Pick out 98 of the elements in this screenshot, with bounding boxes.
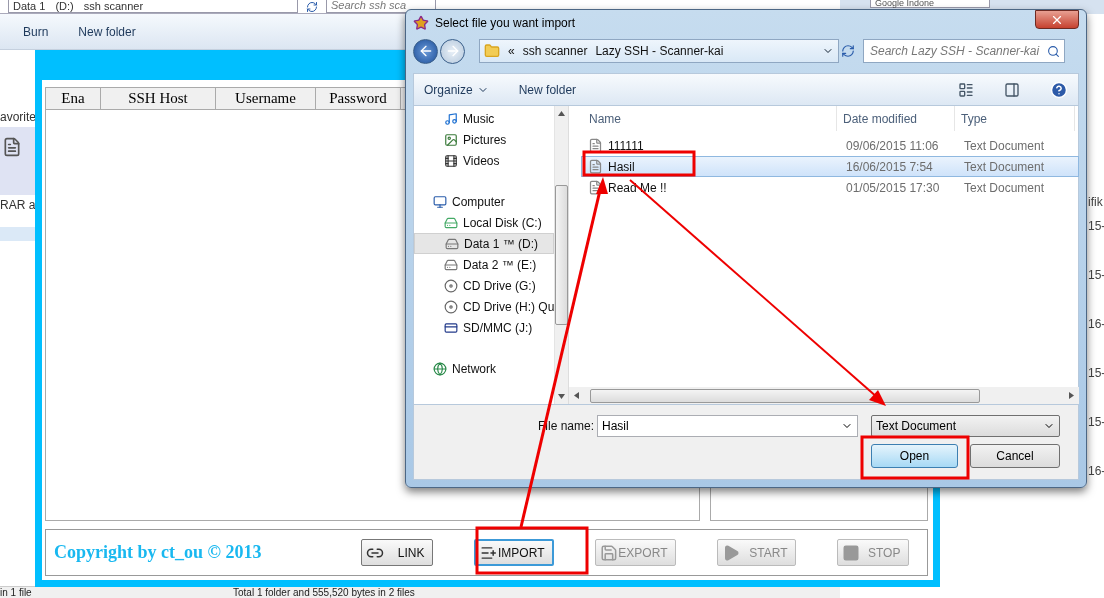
nav-item[interactable]: Network bbox=[414, 358, 555, 379]
organize-button[interactable]: Organize bbox=[424, 82, 489, 97]
preview-pane-icon[interactable] bbox=[1004, 81, 1020, 98]
nav-item[interactable]: Computer bbox=[414, 191, 555, 212]
document-icon bbox=[588, 159, 603, 174]
forward-button[interactable] bbox=[440, 38, 465, 64]
nav-item[interactable]: Videos bbox=[414, 150, 555, 171]
scroll-arrow-icon[interactable] bbox=[1068, 392, 1075, 399]
picture-icon bbox=[444, 132, 458, 147]
list-text: 15- bbox=[1088, 219, 1104, 235]
drive-icon bbox=[445, 236, 459, 251]
address-bar[interactable]: Data 1 (D:) ssh scanner bbox=[8, 0, 298, 13]
file-row[interactable]: Hasil 16/06/2015 7:54 Text Document bbox=[581, 156, 1079, 177]
nav-item[interactable]: Music bbox=[414, 108, 555, 129]
column-header[interactable]: Name bbox=[569, 106, 837, 131]
nav-item[interactable]: Data 1 ™ (D:) bbox=[414, 233, 555, 254]
refresh-icon bbox=[841, 44, 855, 58]
list-text: ifik bbox=[1088, 195, 1104, 211]
film-icon bbox=[444, 153, 458, 168]
scrollbar[interactable] bbox=[569, 387, 1079, 404]
breadcrumb[interactable]: Data 1 bbox=[13, 0, 46, 12]
star-icon bbox=[413, 15, 429, 31]
back-button[interactable] bbox=[413, 38, 438, 64]
file-name: Hasil bbox=[582, 159, 635, 174]
nav-item[interactable]: Local Disk (C:) bbox=[414, 212, 555, 233]
breadcrumb[interactable]: Lazy SSH - Scanner-kai bbox=[595, 44, 724, 58]
close-button[interactable] bbox=[1035, 10, 1079, 29]
folder-icon bbox=[484, 43, 500, 59]
breadcrumb[interactable]: (D:) bbox=[55, 0, 74, 12]
window-title: Select file you want import bbox=[435, 16, 577, 30]
selection-bar bbox=[0, 227, 35, 241]
music-note-icon bbox=[444, 111, 458, 126]
toolbar-button[interactable]: Burn bbox=[23, 24, 49, 39]
column-header[interactable]: Date modified bbox=[837, 106, 955, 131]
scrollbar[interactable] bbox=[554, 106, 569, 404]
cancel-button[interactable]: Cancel bbox=[970, 444, 1060, 468]
disc-icon bbox=[444, 278, 458, 293]
computer-icon bbox=[433, 194, 447, 209]
new-folder-button[interactable]: New folder bbox=[518, 82, 577, 97]
copyright-text: Copyright by ct_ou © 2013 bbox=[54, 542, 262, 563]
column-header[interactable]: Password bbox=[316, 88, 401, 109]
drive-icon bbox=[444, 257, 458, 272]
globe-icon bbox=[433, 361, 447, 376]
document-icon[interactable] bbox=[2, 137, 22, 157]
file-row[interactable]: 111111 09/06/2015 11:06 Text Document bbox=[581, 135, 1079, 156]
list-text: 15- bbox=[1088, 415, 1104, 431]
nav-item[interactable]: Data 2 ™ (E:) bbox=[414, 254, 555, 275]
status-text: in 1 file bbox=[0, 587, 33, 598]
help-icon[interactable] bbox=[1050, 80, 1068, 99]
drive-icon bbox=[444, 215, 458, 230]
file-row[interactable]: Read Me !! 01/05/2015 17:30 Text Document bbox=[581, 177, 1079, 198]
action-button[interactable]: LINK bbox=[361, 539, 434, 566]
file-name: Read Me !! bbox=[582, 180, 667, 195]
file-name-field[interactable]: Hasil bbox=[597, 415, 858, 437]
play-icon bbox=[722, 543, 741, 562]
date-cell-text: 16/06/2015 7:54 bbox=[845, 159, 934, 174]
column-header[interactable]: Ena bbox=[46, 88, 101, 109]
type-cell-text: Text Document bbox=[963, 138, 1046, 153]
column-header[interactable]: Type bbox=[955, 106, 1075, 131]
action-button[interactable]: IMPORT bbox=[474, 539, 555, 566]
list-text: 15- bbox=[1088, 268, 1104, 284]
stop-icon bbox=[842, 543, 861, 562]
refresh-icon[interactable] bbox=[306, 1, 318, 13]
nav-item[interactable]: Pictures bbox=[414, 129, 555, 150]
sidebar-label: avorite bbox=[0, 109, 35, 126]
toolbar-button[interactable]: New folder bbox=[78, 24, 136, 39]
refresh-button[interactable] bbox=[841, 44, 855, 58]
list-text: 15- bbox=[1088, 366, 1104, 382]
nav-item[interactable]: CD Drive (G:) bbox=[414, 275, 555, 296]
search-field[interactable]: Search Lazy SSH - Scanner-kai bbox=[863, 39, 1065, 63]
sidebar-label: RAR a bbox=[0, 197, 35, 214]
document-icon bbox=[588, 180, 603, 195]
open-button[interactable]: Open bbox=[871, 444, 958, 468]
search-field[interactable]: Google Indone bbox=[870, 0, 990, 8]
disc-icon bbox=[444, 299, 458, 314]
type-cell-text: Text Document bbox=[963, 159, 1046, 174]
address-bar[interactable]: « ssh scanner Lazy SSH - Scanner-kai bbox=[479, 39, 839, 63]
breadcrumb[interactable]: « bbox=[508, 44, 515, 58]
date-cell-text: 09/06/2015 11:06 bbox=[845, 138, 940, 153]
document-icon bbox=[588, 138, 603, 153]
breadcrumb[interactable]: ssh scanner bbox=[83, 0, 144, 12]
memory-card-icon bbox=[444, 320, 458, 335]
list-text: 16- bbox=[1088, 464, 1104, 480]
file-name: 111111 bbox=[582, 138, 644, 153]
column-header[interactable]: SSH Host bbox=[101, 88, 216, 109]
nav-item[interactable]: SD/MMC (J:) bbox=[414, 317, 555, 338]
nav-item[interactable]: CD Drive (H:) Qu bbox=[414, 296, 555, 317]
file-type-select[interactable]: Text Document bbox=[871, 415, 1060, 437]
view-icon[interactable] bbox=[958, 81, 974, 98]
date-cell-text: 01/05/2015 17:30 bbox=[845, 180, 941, 195]
floppy-icon bbox=[600, 543, 619, 562]
list-text: 16- bbox=[1088, 317, 1104, 333]
column-header[interactable]: Username bbox=[216, 88, 316, 109]
type-cell-text: Text Document bbox=[963, 180, 1046, 195]
scroll-arrow-icon[interactable] bbox=[558, 110, 566, 117]
breadcrumb[interactable]: ssh scanner bbox=[522, 44, 588, 58]
search-icon bbox=[1047, 44, 1060, 58]
status-text: Total 1 folder and 555,520 bytes in 2 files bbox=[233, 587, 415, 598]
